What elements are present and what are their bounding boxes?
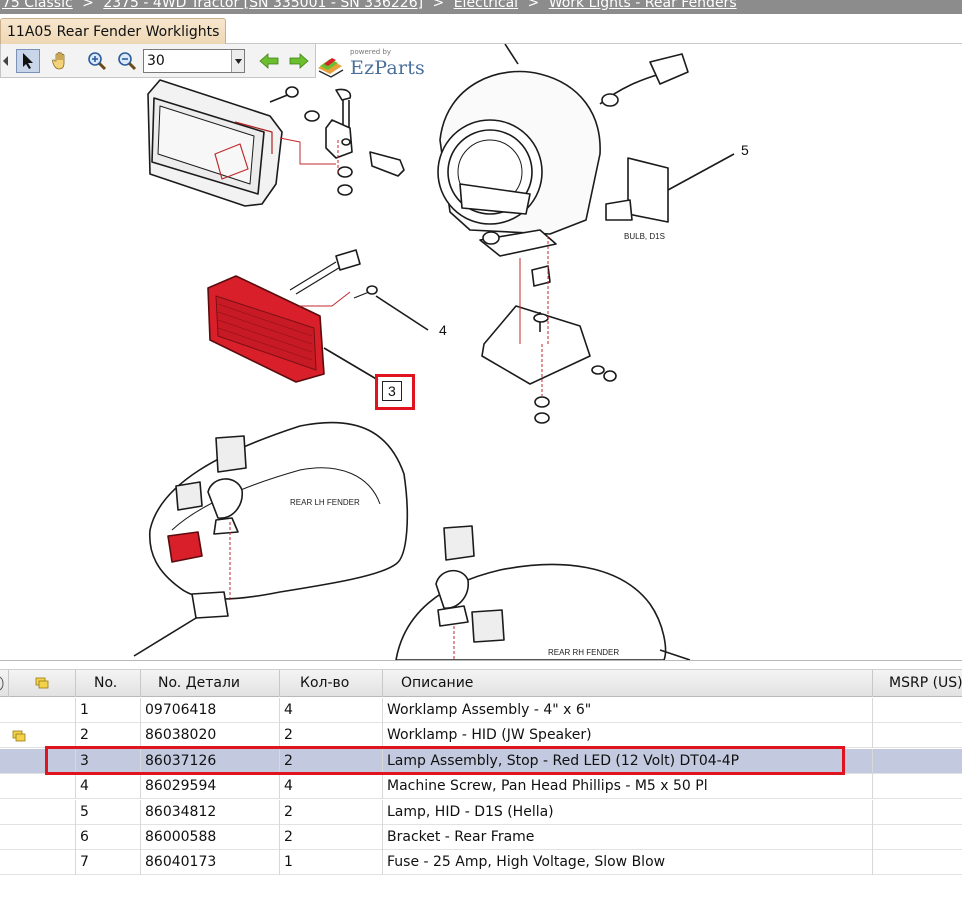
cell-item-number: 3	[75, 748, 140, 774]
label-rear-rh-fender: REAR RH FENDER	[548, 648, 620, 657]
exploded-parts-diagram	[133, 44, 735, 660]
cell-msrp	[872, 799, 962, 825]
cell-note	[8, 698, 75, 723]
tab-bar: 11A05 Rear Fender Worklights	[0, 14, 962, 44]
hid-worklamp-drawing	[437, 44, 735, 424]
table-row[interactable]: 5 86034812 2 Lamp, HID - D1S (Hella)	[0, 799, 962, 825]
cell-msrp	[872, 774, 962, 800]
breadcrumb-link-work-lights[interactable]: Work Lights - Rear Fenders	[549, 0, 737, 11]
cell-msrp	[872, 825, 962, 850]
cell-msrp	[872, 723, 962, 749]
cell-quantity: 2	[279, 825, 382, 850]
header-edge	[0, 670, 8, 697]
header-note[interactable]	[8, 670, 75, 697]
prev-arrow-icon[interactable]	[257, 49, 281, 73]
zoom-level-input[interactable]	[144, 50, 232, 72]
cell-note	[8, 800, 75, 825]
note-icon[interactable]	[12, 730, 26, 742]
tab-rear-fender-worklights[interactable]: 11A05 Rear Fender Worklights	[0, 18, 227, 44]
cell-quantity: 4	[279, 774, 382, 800]
cell-description: Worklamp - HID (JW Speaker)	[382, 723, 872, 749]
callout-4[interactable]: 4	[439, 322, 447, 338]
ezparts-logo-icon	[318, 58, 344, 78]
cell-quantity: 4	[279, 698, 382, 723]
cell-part-number: 86029594	[140, 774, 279, 800]
cell-note	[8, 774, 75, 799]
powered-by-label: powered by	[350, 48, 392, 56]
note-icon	[35, 677, 49, 689]
table-row[interactable]: 4 86029594 4 Machine Screw, Pan Head Philli…	[0, 774, 962, 800]
table-row[interactable]: 6 86000588 2 Bracket - Rear Frame	[0, 825, 962, 850]
cell-msrp	[872, 850, 962, 876]
diagram-viewer[interactable]: 3 4 5 BULB, D1S REAR LH FENDER REAR RH F…	[0, 44, 962, 660]
cell-item-number: 2	[75, 723, 140, 749]
stop-lamp-drawing	[207, 249, 429, 383]
callout-5[interactable]: 5	[741, 142, 749, 158]
table-row[interactable]: 3 86037126 2 Lamp Assembly, Stop - Red LED …	[0, 748, 962, 774]
breadcrumb-link-tractor[interactable]: 2375 - 4WD Tractor [SN 335001 - SN 33622…	[103, 0, 423, 11]
viewer-toolbar	[0, 44, 316, 78]
cell-item-number: 4	[75, 774, 140, 800]
zoom-out-icon[interactable]	[115, 49, 139, 73]
breadcrumb-separator: >	[432, 0, 445, 11]
scroll-left-icon[interactable]	[1, 49, 11, 73]
cell-note	[8, 723, 75, 748]
cell-description: Bracket - Rear Frame	[382, 825, 872, 850]
parts-grid: No. No. Детали Кол-во Описание MSRP (US)…	[0, 660, 962, 906]
worklamp-4x6-drawing	[147, 79, 405, 207]
ezparts-branding: powered by EzParts	[316, 48, 428, 80]
table-row[interactable]: 7 86040173 1 Fuse - 25 Amp, High Voltage, S…	[0, 850, 962, 876]
cell-note	[8, 850, 75, 875]
breadcrumb-link-model[interactable]: 75 Classic	[2, 0, 73, 11]
cell-description: Fuse - 25 Amp, High Voltage, Slow Blow	[382, 850, 872, 876]
next-arrow-icon[interactable]	[287, 49, 311, 73]
table-row[interactable]: 1 09706418 4 Worklamp Assembly - 4" x 6"	[0, 698, 962, 723]
header-description[interactable]: Описание	[382, 670, 872, 697]
cell-quantity: 2	[279, 723, 382, 749]
cell-part-number: 86038020	[140, 723, 279, 749]
grid-header: No. No. Детали Кол-во Описание MSRP (US)	[0, 669, 962, 697]
cell-part-number: 86000588	[140, 825, 279, 850]
select-arrow-icon[interactable]	[16, 49, 40, 73]
cell-msrp	[872, 748, 962, 774]
rear-rh-fender-drawing	[395, 525, 691, 660]
cell-part-number: 09706418	[140, 698, 279, 723]
label-bulb: BULB, D1S	[624, 232, 665, 241]
cell-description: Worklamp Assembly - 4" x 6"	[382, 698, 872, 723]
cell-quantity: 2	[279, 799, 382, 825]
label-rear-lh-fender: REAR LH FENDER	[290, 498, 360, 507]
cell-part-number: 86040173	[140, 850, 279, 876]
cell-part-number: 86037126	[140, 748, 279, 774]
cell-description: Lamp Assembly, Stop - Red LED (12 Volt) …	[382, 748, 872, 774]
pan-hand-icon[interactable]	[49, 49, 73, 73]
cell-msrp	[872, 698, 962, 723]
cell-quantity: 2	[279, 748, 382, 774]
table-row[interactable]: 2 86038020 2 Worklamp - HID (JW Speaker)	[0, 723, 962, 749]
zoom-in-icon[interactable]	[85, 49, 109, 73]
cell-item-number: 6	[75, 825, 140, 850]
callout-highlight	[375, 374, 415, 410]
cell-part-number: 86034812	[140, 799, 279, 825]
header-quantity[interactable]: Кол-во	[279, 670, 382, 697]
cell-description: Machine Screw, Pan Head Phillips - M5 x …	[382, 774, 872, 800]
rear-lh-fender-drawing	[133, 421, 409, 657]
zoom-level-combo[interactable]	[143, 49, 245, 73]
cell-item-number: 7	[75, 850, 140, 876]
cell-item-number: 5	[75, 799, 140, 825]
cell-description: Lamp, HID - D1S (Hella)	[382, 799, 872, 825]
ezparts-brand-label: EzParts	[350, 57, 426, 79]
breadcrumb-separator: >	[527, 0, 540, 11]
cell-note	[8, 825, 75, 850]
breadcrumb-trail: 75 Classic > 2375 - 4WD Tractor [SN 3350…	[2, 0, 737, 12]
chevron-down-icon[interactable]	[231, 50, 244, 72]
breadcrumb: 75 Classic > 2375 - 4WD Tractor [SN 3350…	[0, 0, 962, 14]
breadcrumb-separator: >	[82, 0, 94, 11]
cell-quantity: 1	[279, 850, 382, 876]
header-part-number[interactable]: No. Детали	[140, 670, 279, 697]
cell-note	[8, 749, 75, 774]
breadcrumb-link-electrical[interactable]: Electrical	[454, 0, 518, 11]
header-no[interactable]: No.	[75, 670, 140, 697]
header-msrp[interactable]: MSRP (US)	[872, 670, 962, 697]
cell-item-number: 1	[75, 698, 140, 723]
